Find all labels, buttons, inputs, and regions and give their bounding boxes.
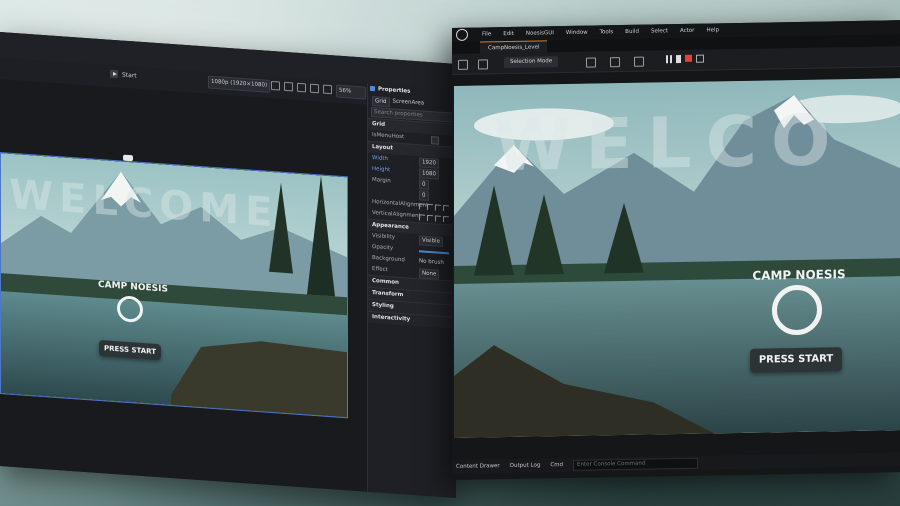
valign-icons[interactable] xyxy=(419,213,449,222)
menu-select[interactable]: Select xyxy=(651,28,668,34)
viewport-press-start-button[interactable]: PRESS START xyxy=(750,347,842,373)
opacity-slider[interactable] xyxy=(419,249,449,254)
save-icon[interactable] xyxy=(458,59,468,70)
blueprint-icon[interactable] xyxy=(610,57,620,68)
ue-statusbar: Content Drawer Output Log Cmd Enter Cons… xyxy=(452,452,900,474)
menu-build[interactable]: Build xyxy=(625,29,639,35)
unreal-logo-icon xyxy=(456,28,468,41)
unreal-editor-window: File Edit NoesisGUI Window Tools Build S… xyxy=(452,20,900,481)
noesis-studio-window: Start 1080p (1920×1080) 56% WELCOME CAMP… xyxy=(0,32,456,498)
margin-input-b[interactable]: 0 xyxy=(419,189,429,201)
element-type: Grid xyxy=(372,95,390,107)
effect-select[interactable]: None xyxy=(419,267,440,280)
artboard-preview[interactable]: WELCOME CAMP NOESIS PRESS START xyxy=(0,152,348,419)
pause-icon[interactable] xyxy=(666,55,672,64)
start-label: Start xyxy=(122,71,137,80)
fit-icon[interactable] xyxy=(323,84,332,95)
properties-panel: Properties Grid ScreenArea Search proper… xyxy=(367,82,456,498)
output-log-button[interactable]: Output Log xyxy=(510,462,541,469)
width-input[interactable]: 1920 xyxy=(419,156,439,169)
zoom-select[interactable]: 56% xyxy=(336,84,366,100)
element-name[interactable]: ScreenArea xyxy=(393,96,425,109)
menu-file[interactable]: File xyxy=(482,31,491,37)
is-menu-host-checkbox[interactable] xyxy=(431,135,439,145)
phone-icon[interactable] xyxy=(284,81,293,92)
margin-input-a[interactable]: 0 xyxy=(419,178,429,190)
viewport-camp-noesis-logo-text: CAMP NOESIS xyxy=(752,267,846,283)
height-input[interactable]: 1080 xyxy=(419,167,439,180)
hand-icon[interactable] xyxy=(297,82,306,93)
content-drawer-button[interactable]: Content Drawer xyxy=(456,463,500,470)
stop-icon[interactable] xyxy=(685,54,692,62)
level-viewport[interactable]: WELCO CAMP NOESIS PRESS START xyxy=(454,78,900,438)
view-tools xyxy=(271,80,345,96)
screen-icon[interactable] xyxy=(271,80,280,91)
menu-tools[interactable]: Tools xyxy=(600,29,614,35)
viewport-welcome-title: WELCO xyxy=(494,99,845,188)
menu-edit[interactable]: Edit xyxy=(503,31,514,37)
halign-icons[interactable] xyxy=(419,202,449,211)
console-command-input[interactable]: Enter Console Command xyxy=(573,457,699,471)
cinematics-icon[interactable] xyxy=(634,56,644,67)
resolution-select[interactable]: 1080p (1920×1080) xyxy=(208,75,270,93)
add-actor-icon[interactable] xyxy=(586,57,596,68)
start-button[interactable]: Start xyxy=(110,69,137,80)
content-icon[interactable] xyxy=(478,59,488,70)
cmd-dropdown[interactable]: Cmd xyxy=(550,462,563,468)
menu-actor[interactable]: Actor xyxy=(680,28,694,34)
background-value[interactable]: No brush xyxy=(419,256,444,269)
eject-icon[interactable] xyxy=(696,54,704,63)
menu-window[interactable]: Window xyxy=(566,30,588,36)
menu-help[interactable]: Help xyxy=(706,27,719,33)
play-controls xyxy=(666,54,704,64)
step-icon[interactable] xyxy=(676,55,681,64)
selection-mode-dropdown[interactable]: Selection Mode xyxy=(504,56,559,69)
menu-noesisgui[interactable]: NoesisGUI xyxy=(526,30,554,36)
zoom-icon[interactable] xyxy=(310,83,319,94)
visibility-select[interactable]: Visible xyxy=(419,234,443,247)
play-icon xyxy=(110,69,118,79)
design-canvas[interactable]: WELCOME CAMP NOESIS PRESS START xyxy=(0,79,367,492)
